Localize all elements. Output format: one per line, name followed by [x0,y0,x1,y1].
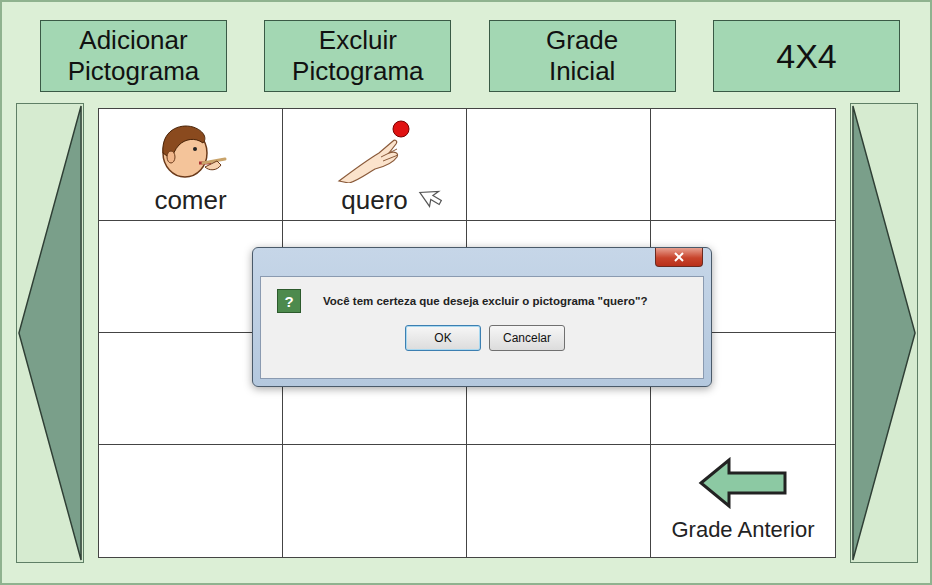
grid-cell[interactable]: quero [283,109,467,221]
right-triangle-icon [851,104,917,562]
close-button[interactable] [655,248,703,267]
toolbar-button[interactable]: AdicionarPictograma [40,20,227,92]
pictogram-board-screen: AdicionarPictograma ExcluirPictograma Grad… [0,0,932,585]
confirm-dialog: ? Você tem certeza que deseja excluir o p… [252,247,712,387]
back-arrow-icon [697,457,789,509]
previous-page-button[interactable] [16,103,84,563]
dialog-message: Você tem certeza que deseja excluir o pi… [323,295,648,307]
toolbar-button[interactable]: 4X4 [713,20,900,92]
next-page-button[interactable] [850,103,918,563]
left-triangle-icon [17,104,83,562]
question-icon: ? [277,289,301,313]
toolbar: AdicionarPictograma ExcluirPictograma Grad… [2,2,930,92]
grid-cell [283,445,467,557]
grid-cell[interactable]: comer [99,109,283,221]
dialog-button[interactable]: Cancelar [489,325,565,351]
wanting-hand-icon [335,119,415,183]
dialog-button[interactable]: OK [405,325,481,351]
grid-cell [651,109,835,221]
grid-cell [99,445,283,557]
grid-cell[interactable]: Grade Anterior [651,445,835,557]
grid-cell [467,445,651,557]
mouse-cursor-icon [416,182,446,214]
eating-boy-icon [151,119,231,183]
grid-cell [467,109,651,221]
dialog-titlebar [253,248,711,270]
close-x-icon [673,252,685,262]
toolbar-button[interactable]: GradeInicial [489,20,676,92]
toolbar-button[interactable]: ExcluirPictograma [264,20,451,92]
